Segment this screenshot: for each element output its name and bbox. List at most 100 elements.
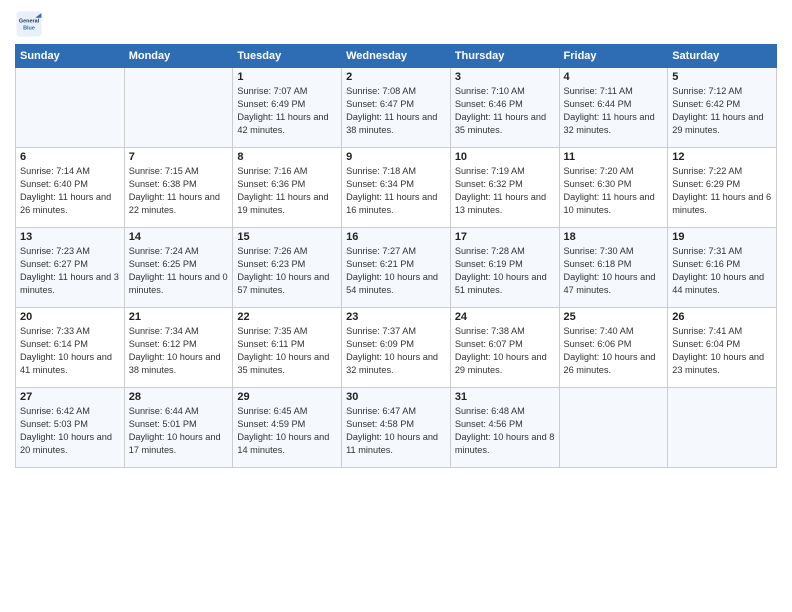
day-info: Sunrise: 6:48 AMSunset: 4:56 PMDaylight:… [455,405,555,457]
day-number: 13 [20,231,120,243]
day-number: 25 [564,311,664,323]
calendar-cell: 21 Sunrise: 7:34 AMSunset: 6:12 PMDayligh… [124,308,233,388]
col-header-sunday: Sunday [16,45,125,68]
week-row-1: 1Sunrise: 7:07 AMSunset: 6:49 PMDaylight… [16,68,777,148]
day-number: 22 [237,311,337,323]
calendar-cell: 4 Sunrise: 7:11 AMSunset: 6:44 PMDaylight… [559,68,668,148]
day-info: Sunrise: 6:47 AMSunset: 4:58 PMDaylight:… [346,405,446,457]
calendar-cell: 1Sunrise: 7:07 AMSunset: 6:49 PMDaylight… [233,68,342,148]
logo: General Blue [15,10,43,38]
calendar-table: SundayMondayTuesdayWednesdayThursdayFrid… [15,44,777,468]
col-header-monday: Monday [124,45,233,68]
day-info: Sunrise: 7:23 AMSunset: 6:27 PMDaylight:… [20,245,120,297]
calendar-cell: 5 Sunrise: 7:12 AMSunset: 6:42 PMDaylight… [668,68,777,148]
calendar-cell: 24Sunrise: 7:38 AMSunset: 6:07 PMDayligh… [450,308,559,388]
calendar-cell: 3 Sunrise: 7:10 AMSunset: 6:46 PMDaylight… [450,68,559,148]
day-info: Sunrise: 7:35 AMSunset: 6:11 PMDaylight:… [237,325,337,377]
page-container: General Blue SundayMondayTuesdayWednesda… [0,0,792,478]
calendar-cell: 10 Sunrise: 7:19 AMSunset: 6:32 PMDayligh… [450,148,559,228]
week-row-4: 20 Sunrise: 7:33 AMSunset: 6:14 PMDayligh… [16,308,777,388]
col-header-tuesday: Tuesday [233,45,342,68]
calendar-cell: 30 Sunrise: 6:47 AMSunset: 4:58 PMDayligh… [342,388,451,468]
day-number: 27 [20,391,120,403]
calendar-cell: 29 Sunrise: 6:45 AMSunset: 4:59 PMDayligh… [233,388,342,468]
day-number: 31 [455,391,555,403]
day-info: Sunrise: 7:27 AMSunset: 6:21 PMDaylight:… [346,245,446,297]
day-number: 16 [346,231,446,243]
day-number: 1 [237,71,337,83]
calendar-cell [16,68,125,148]
svg-text:General: General [19,18,40,24]
calendar-cell: 15 Sunrise: 7:26 AMSunset: 6:23 PMDayligh… [233,228,342,308]
day-info: Sunrise: 7:28 AMSunset: 6:19 PMDaylight:… [455,245,555,297]
calendar-cell [124,68,233,148]
day-number: 3 [455,71,555,83]
calendar-cell: 11 Sunrise: 7:20 AMSunset: 6:30 PMDayligh… [559,148,668,228]
day-number: 29 [237,391,337,403]
day-info: Sunrise: 7:24 AMSunset: 6:25 PMDaylight:… [129,245,229,297]
day-info: Sunrise: 6:42 AMSunset: 5:03 PMDaylight:… [20,405,120,457]
calendar-cell: 13 Sunrise: 7:23 AMSunset: 6:27 PMDayligh… [16,228,125,308]
day-info: Sunrise: 7:14 AMSunset: 6:40 PMDaylight:… [20,165,120,217]
calendar-cell: 19Sunrise: 7:31 AMSunset: 6:16 PMDayligh… [668,228,777,308]
day-number: 9 [346,151,446,163]
day-number: 6 [20,151,120,163]
col-header-friday: Friday [559,45,668,68]
day-number: 26 [672,311,772,323]
day-info: Sunrise: 7:11 AMSunset: 6:44 PMDaylight:… [564,85,664,137]
day-info: Sunrise: 7:34 AMSunset: 6:12 PMDaylight:… [129,325,229,377]
calendar-cell [668,388,777,468]
day-info: Sunrise: 7:33 AMSunset: 6:14 PMDaylight:… [20,325,120,377]
day-number: 17 [455,231,555,243]
header-row: SundayMondayTuesdayWednesdayThursdayFrid… [16,45,777,68]
day-info: Sunrise: 7:10 AMSunset: 6:46 PMDaylight:… [455,85,555,137]
svg-text:Blue: Blue [23,25,35,31]
day-info: Sunrise: 7:26 AMSunset: 6:23 PMDaylight:… [237,245,337,297]
day-info: Sunrise: 7:37 AMSunset: 6:09 PMDaylight:… [346,325,446,377]
day-info: Sunrise: 7:30 AMSunset: 6:18 PMDaylight:… [564,245,664,297]
week-row-5: 27 Sunrise: 6:42 AMSunset: 5:03 PMDayligh… [16,388,777,468]
calendar-cell: 25 Sunrise: 7:40 AMSunset: 6:06 PMDayligh… [559,308,668,388]
day-number: 21 [129,311,229,323]
day-info: Sunrise: 7:20 AMSunset: 6:30 PMDaylight:… [564,165,664,217]
day-info: Sunrise: 7:18 AMSunset: 6:34 PMDaylight:… [346,165,446,217]
calendar-cell: 23 Sunrise: 7:37 AMSunset: 6:09 PMDayligh… [342,308,451,388]
col-header-saturday: Saturday [668,45,777,68]
calendar-cell: 7 Sunrise: 7:15 AMSunset: 6:38 PMDaylight… [124,148,233,228]
day-info: Sunrise: 7:12 AMSunset: 6:42 PMDaylight:… [672,85,772,137]
day-info: Sunrise: 7:15 AMSunset: 6:38 PMDaylight:… [129,165,229,217]
day-info: Sunrise: 7:41 AMSunset: 6:04 PMDaylight:… [672,325,772,377]
calendar-cell: 26 Sunrise: 7:41 AMSunset: 6:04 PMDayligh… [668,308,777,388]
day-number: 15 [237,231,337,243]
day-number: 14 [129,231,229,243]
col-header-thursday: Thursday [450,45,559,68]
calendar-cell: 17 Sunrise: 7:28 AMSunset: 6:19 PMDayligh… [450,228,559,308]
calendar-cell: 12 Sunrise: 7:22 AMSunset: 6:29 PMDayligh… [668,148,777,228]
day-number: 11 [564,151,664,163]
day-info: Sunrise: 7:19 AMSunset: 6:32 PMDaylight:… [455,165,555,217]
col-header-wednesday: Wednesday [342,45,451,68]
day-number: 10 [455,151,555,163]
day-number: 28 [129,391,229,403]
calendar-cell: 28 Sunrise: 6:44 AMSunset: 5:01 PMDayligh… [124,388,233,468]
day-number: 5 [672,71,772,83]
day-info: Sunrise: 6:44 AMSunset: 5:01 PMDaylight:… [129,405,229,457]
day-number: 20 [20,311,120,323]
day-number: 2 [346,71,446,83]
calendar-cell: 18Sunrise: 7:30 AMSunset: 6:18 PMDayligh… [559,228,668,308]
day-number: 4 [564,71,664,83]
day-info: Sunrise: 7:22 AMSunset: 6:29 PMDaylight:… [672,165,772,217]
calendar-cell: 2Sunrise: 7:08 AMSunset: 6:47 PMDaylight… [342,68,451,148]
day-number: 19 [672,231,772,243]
day-number: 8 [237,151,337,163]
day-number: 30 [346,391,446,403]
calendar-cell [559,388,668,468]
day-info: Sunrise: 7:40 AMSunset: 6:06 PMDaylight:… [564,325,664,377]
calendar-cell: 31 Sunrise: 6:48 AMSunset: 4:56 PMDayligh… [450,388,559,468]
day-number: 24 [455,311,555,323]
calendar-cell: 27 Sunrise: 6:42 AMSunset: 5:03 PMDayligh… [16,388,125,468]
day-info: Sunrise: 6:45 AMSunset: 4:59 PMDaylight:… [237,405,337,457]
day-number: 12 [672,151,772,163]
day-number: 23 [346,311,446,323]
day-number: 7 [129,151,229,163]
